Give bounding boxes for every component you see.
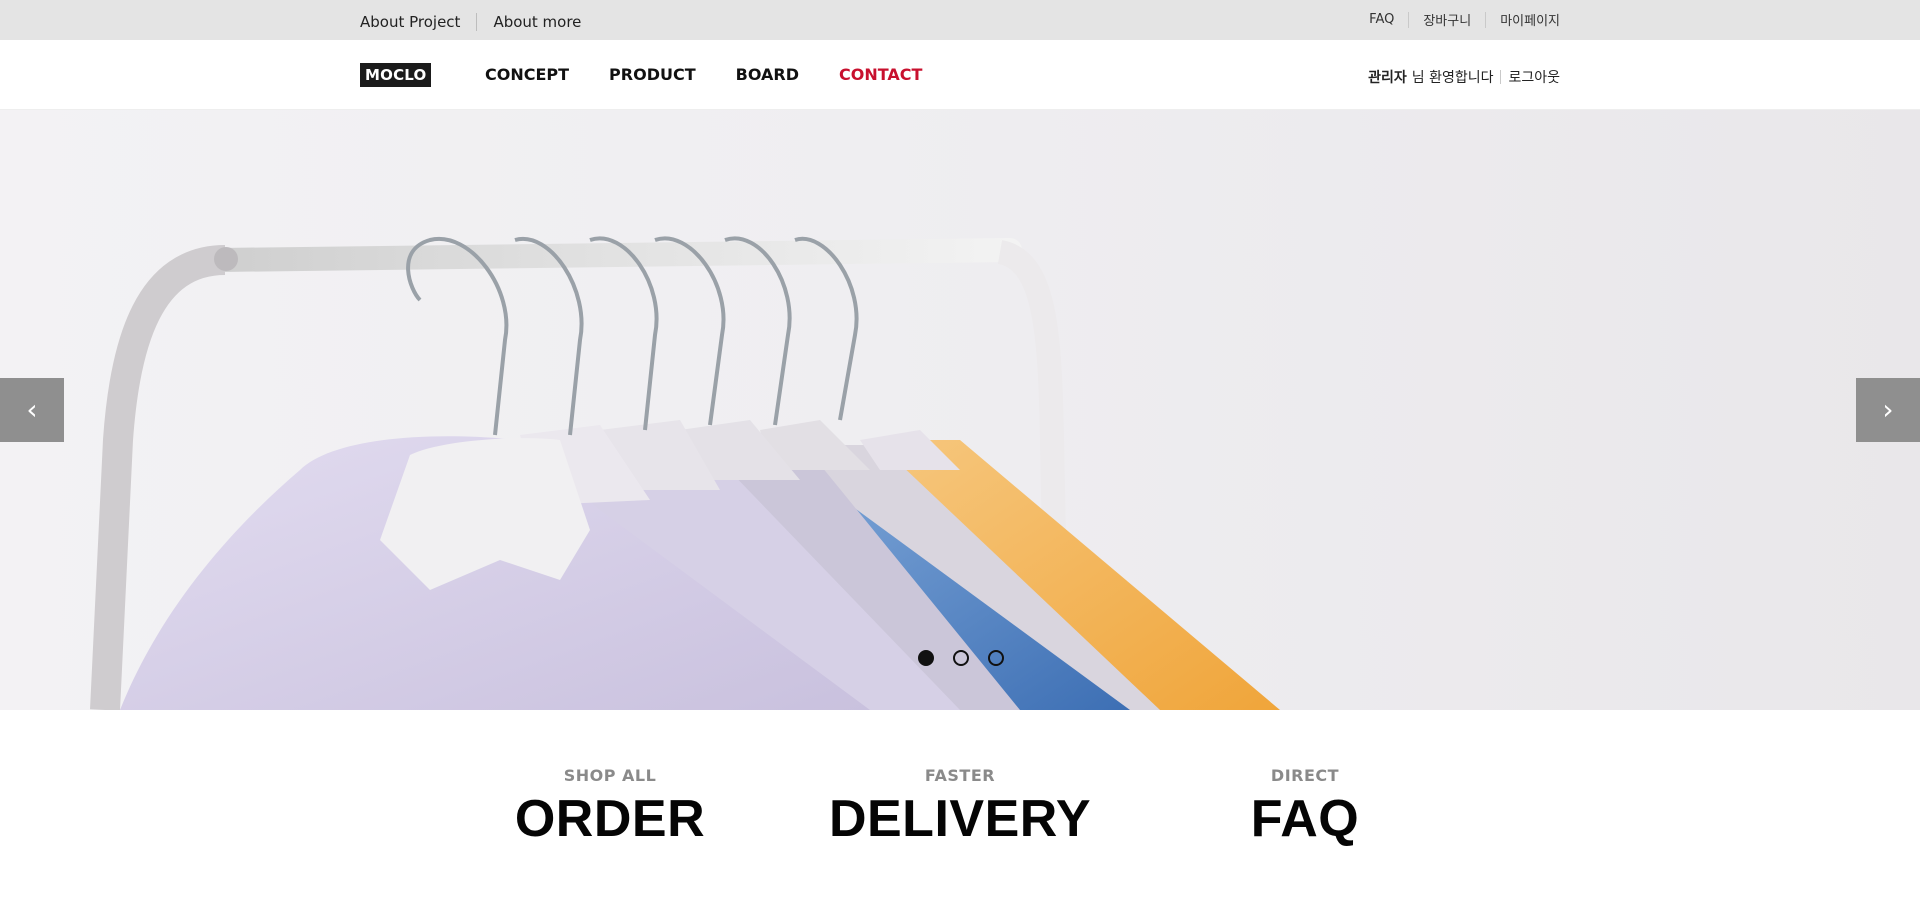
site-logo[interactable]: MOCLO [360,63,432,87]
slider-dot-3[interactable] [988,650,1004,666]
slider-pagination [918,650,1004,666]
utility-bar: About Project About more FAQ 장바구니 마이페이지 [0,0,1920,40]
feature-subtitle: FASTER [924,766,996,785]
feature-faq[interactable]: DIRECT FAQ [1105,766,1505,849]
feature-links: SHOP ALL ORDER FASTER DELIVERY DIRECT FA… [0,710,1920,924]
rack-bar [208,238,1022,272]
feature-title: ORDER [514,790,706,848]
slider-prev-button[interactable]: ‹ [0,378,64,442]
feature-order[interactable]: SHOP ALL ORDER [410,766,810,849]
feature-delivery[interactable]: FASTER DELIVERY [760,766,1160,849]
chevron-right-icon: › [1882,393,1894,426]
main-nav: CONCEPT PRODUCT BOARD CONTACT [485,65,922,84]
main-header: MOCLO CONCEPT PRODUCT BOARD CONTACT 관리자 … [0,40,1920,110]
nav-board[interactable]: BOARD [736,65,799,84]
hero-slider: ‹ › [0,110,1920,710]
chevron-left-icon: ‹ [26,393,38,426]
slider-dot-2[interactable] [953,650,969,666]
divider [1500,70,1502,84]
about-project-link[interactable]: About Project [360,13,460,31]
utility-left-links: About Project About more [360,13,581,31]
nav-contact[interactable]: CONTACT [839,65,922,84]
user-area: 관리자 님 환영합니다 로그아웃 [1368,67,1560,87]
faq-link[interactable]: FAQ [1369,12,1394,27]
utility-right-links: FAQ 장바구니 마이페이지 [1369,10,1560,29]
feature-subtitle: DIRECT [1270,766,1340,785]
welcome-text: 님 환영합니다 [1411,70,1494,86]
slider-next-button[interactable]: › [1856,378,1920,442]
divider [476,13,478,31]
nav-concept[interactable]: CONCEPT [485,65,569,84]
mypage-link[interactable]: 마이페이지 [1500,10,1560,29]
cart-link[interactable]: 장바구니 [1423,10,1471,29]
feature-title: DELIVERY [828,790,1092,848]
divider [1408,11,1410,28]
nav-product[interactable]: PRODUCT [609,65,696,84]
feature-title: FAQ [1250,790,1360,848]
user-name: 관리자 [1368,70,1407,86]
logout-link[interactable]: 로그아웃 [1508,67,1560,87]
divider [1485,11,1487,28]
hero-image [90,236,1280,710]
about-more-link[interactable]: About more [493,13,581,31]
slider-dot-1[interactable] [918,650,934,666]
feature-subtitle: SHOP ALL [563,766,657,785]
rack-knob [214,247,238,271]
